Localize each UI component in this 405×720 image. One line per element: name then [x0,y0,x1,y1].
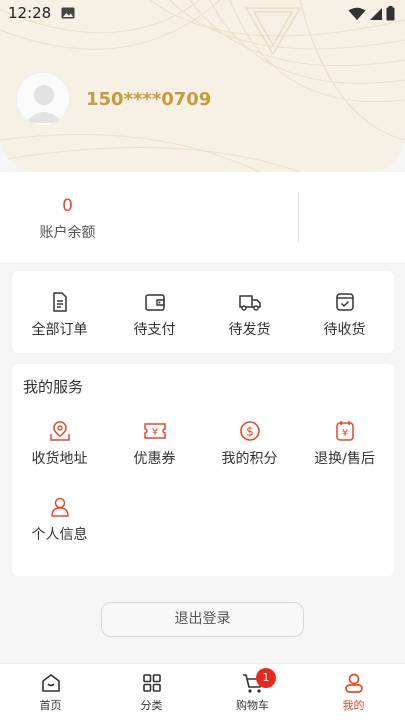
cart-badge: 1 [256,668,276,688]
service-address-label: 收货地址 [31,451,88,467]
service-profile-label: 个人信息 [31,527,88,543]
refund-icon: ¥ [335,421,354,441]
avatar[interactable] [16,72,70,126]
service-refund-button[interactable]: ¥ 退换/售后 [297,420,392,468]
user-icon [50,497,69,517]
divider [298,192,299,242]
service-coupon-button[interactable]: ¥ 优惠券 [107,420,202,468]
balance-value[interactable]: 0 [0,196,135,216]
truck-icon [238,295,261,311]
tab-home-label: 首页 [39,699,62,712]
grid-icon [142,674,161,692]
service-points-label: 我的积分 [221,451,278,467]
profile-icon [344,673,363,693]
order-unpaid-button[interactable]: 待支付 [107,291,202,339]
status-time: 12:28 [8,4,52,22]
tab-mine[interactable]: 我的 [303,672,404,713]
tab-mine-label: 我的 [342,699,365,712]
logout-button[interactable]: 退出登录 [101,602,304,637]
tab-home[interactable]: 首页 [0,672,101,713]
order-unpaid-label: 待支付 [133,322,176,338]
order-unreceived-button[interactable]: 待收货 [297,291,392,339]
wallet-icon [144,294,165,311]
coin-icon: $ [239,421,260,441]
signal-icon [370,7,382,20]
coupon-icon: ¥ [143,423,166,439]
document-icon [52,292,67,312]
service-points-button[interactable]: $ 我的积分 [202,420,297,468]
balance-label: 账户余额 [39,225,96,241]
balance-section: 0 账户余额 [0,172,405,262]
gallery-icon [61,7,75,19]
status-bar: 12:28 [0,0,405,28]
order-all-label: 全部订单 [31,322,88,338]
service-refund-label: 退换/售后 [314,451,375,467]
service-coupon-label: 优惠券 [133,451,176,467]
order-all-button[interactable]: 全部订单 [12,291,107,339]
map-pin-icon [49,421,70,441]
default-avatar-icon [17,73,69,125]
battery-icon [386,6,395,21]
wifi-icon [348,7,366,20]
svg-text:¥: ¥ [341,428,347,439]
order-unreceived-label: 待收货 [323,322,366,338]
orders-card: 全部订单 待支付 待发货 待收货 [12,271,394,353]
order-unshipped-label: 待发货 [228,322,271,338]
tab-category-label: 分类 [140,699,163,712]
svg-text:¥: ¥ [151,427,157,438]
services-title: 我的服务 [23,378,84,396]
svg-text:$: $ [246,425,254,439]
home-icon [41,674,60,692]
service-profile-button[interactable]: 个人信息 [12,496,107,544]
services-card: 我的服务 收货地址 ¥ 优惠券 $ 我的积分 ¥ 退换/售后 个人信息 [12,364,394,576]
bottom-tab-bar: 首页 分类 购物车 我的 [0,663,405,720]
order-unshipped-button[interactable]: 待发货 [202,291,297,339]
tab-cart-label: 购物车 [236,699,269,712]
tab-cart[interactable]: 购物车 [202,672,303,713]
user-phone[interactable]: 150****0709 [86,89,211,110]
tab-category[interactable]: 分类 [101,672,202,713]
service-address-button[interactable]: 收货地址 [12,420,107,468]
box-check-icon [335,293,354,311]
